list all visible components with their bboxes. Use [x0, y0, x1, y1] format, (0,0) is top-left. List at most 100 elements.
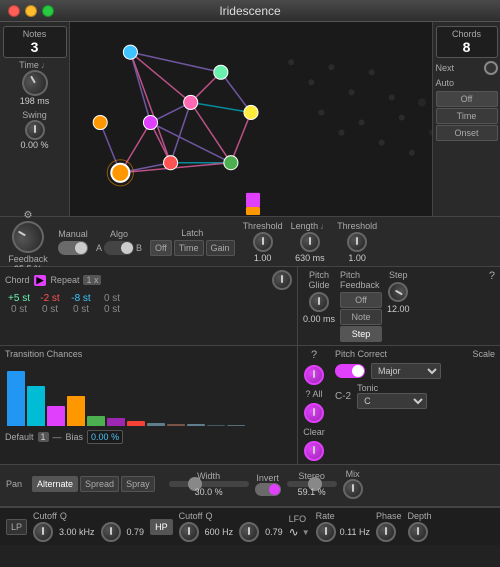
minimize-button[interactable] [25, 5, 37, 17]
note-4: 0 st [98, 293, 126, 304]
step-knob[interactable] [385, 278, 412, 305]
length-knob[interactable] [300, 232, 320, 252]
manual-label: Manual [58, 229, 88, 239]
title-bar: Iridescence [0, 0, 500, 22]
algo-group: A B [96, 241, 142, 255]
chord-knob[interactable] [272, 270, 292, 290]
rate-group: Rate 0.11 Hz [316, 511, 370, 542]
bar[interactable] [107, 418, 125, 426]
network-graph [70, 22, 432, 216]
q-knob-3[interactable] [304, 441, 324, 461]
depth-knob[interactable] [408, 522, 428, 542]
bar-chart [5, 361, 292, 426]
app-title: Iridescence [219, 4, 280, 18]
pf-note-button[interactable]: Note [340, 309, 382, 325]
algo-label: Algo [110, 229, 128, 239]
lp-filter-type[interactable]: LP [6, 519, 27, 535]
scale-dropdown[interactable]: Major [371, 363, 441, 379]
mix-label: Mix [346, 469, 360, 479]
q-knob-2[interactable] [304, 403, 324, 423]
rate-value: 0.11 Hz [340, 527, 370, 537]
auto-onset-button[interactable]: Onset [436, 125, 498, 141]
right-controls: Chords 8 Next Auto Off Time Onset [432, 22, 500, 216]
question-mark-1[interactable]: ? [489, 270, 495, 342]
latch-gain-button[interactable]: Gain [206, 240, 235, 256]
phase-knob[interactable] [376, 522, 396, 542]
algo-toggle[interactable] [104, 241, 134, 255]
q-knob-1[interactable] [304, 365, 324, 385]
bar[interactable] [67, 396, 85, 426]
close-button[interactable] [8, 5, 20, 17]
bias-input[interactable] [87, 430, 123, 444]
bar[interactable] [87, 416, 105, 426]
manual-toggle[interactable] [58, 241, 88, 255]
hp-cutoff-knob[interactable] [179, 522, 199, 542]
pf-off-button[interactable]: Off [340, 292, 382, 308]
pitch-correct-control-row: Major [335, 363, 495, 379]
transition-right: ? ? All Clear Pitch Correct Scale [298, 346, 500, 464]
threshold-left-group: Threshold 1.00 [243, 221, 283, 263]
bar[interactable] [187, 424, 205, 426]
bar[interactable] [227, 425, 245, 426]
hp-filter-type[interactable]: HP [150, 519, 173, 535]
threshold-right-knob[interactable] [347, 232, 367, 252]
clear-button[interactable]: Clear [303, 427, 325, 437]
latch-off-button[interactable]: Off [150, 240, 172, 256]
mix-knob[interactable] [343, 479, 363, 499]
threshold-right-value: 1.00 [348, 253, 366, 263]
latch-time-button[interactable]: Time [174, 240, 204, 256]
default-label: Default [5, 432, 34, 442]
middle-bar: ⚙ Feedback 35.5 % Manual Algo A B [0, 217, 500, 267]
bar[interactable] [147, 423, 165, 426]
pitch-glide-knob[interactable] [309, 292, 329, 312]
pitch-feedback-section: PitchFeedback Off Note Step [340, 270, 382, 342]
lp-q-knob[interactable] [101, 522, 121, 542]
spray-button[interactable]: Spray [121, 476, 155, 492]
pitch-correct-toggle[interactable] [335, 364, 365, 378]
hp-filter-group: Cutoff Q 600 Hz 0.79 [179, 511, 283, 542]
next-dot[interactable] [484, 61, 498, 75]
chord-header: Chord ▶ Repeat 1 x [5, 270, 292, 290]
q-all-button[interactable]: ? All [305, 389, 322, 399]
stereo-value: 59.1 % [298, 487, 326, 497]
time-label: Time [19, 60, 39, 70]
feedback-label: Feedback [8, 254, 48, 264]
invert-toggle[interactable] [255, 483, 281, 496]
spread-button[interactable]: Spread [80, 476, 119, 492]
bar[interactable] [47, 406, 65, 426]
threshold-right-label: Threshold [337, 221, 377, 231]
pitch-correct-row: Pitch Correct Scale [335, 349, 495, 359]
chords-value: 8 [441, 39, 493, 55]
lfo-group: LFO ∿ ▼ [289, 514, 310, 539]
top-section: Notes 3 Time ♩ 198 ms Swing 0.00 % [0, 22, 500, 217]
invert-section: Invert [255, 473, 281, 496]
tonic-dropdown[interactable]: C [357, 393, 427, 409]
swing-knob[interactable] [25, 120, 45, 140]
rate-knob[interactable] [316, 522, 336, 542]
maximize-button[interactable] [42, 5, 54, 17]
threshold-left-knob[interactable] [253, 232, 273, 252]
window-controls[interactable] [8, 5, 54, 17]
dash: — [53, 432, 62, 442]
bar[interactable] [207, 425, 225, 426]
bar[interactable] [7, 371, 25, 426]
pf-step-button[interactable]: Step [340, 326, 382, 342]
hp-q-knob[interactable] [239, 522, 259, 542]
repeat-value: 1 x [83, 275, 101, 285]
bar[interactable] [167, 424, 185, 426]
step-label: Step [389, 270, 408, 280]
chords-box: Chords 8 [436, 26, 498, 58]
auto-time-button[interactable]: Time [436, 108, 498, 124]
q-mark-2[interactable]: ? [311, 349, 317, 361]
algo-a: A [96, 243, 102, 253]
latch-group: Latch Off Time Gain [150, 228, 235, 256]
algo-section: Algo A B [96, 229, 142, 255]
left-controls: Notes 3 Time ♩ 198 ms Swing 0.00 % [0, 22, 70, 216]
bar[interactable] [127, 421, 145, 426]
bar[interactable] [27, 386, 45, 426]
feedback-knob[interactable] [6, 215, 50, 259]
auto-off-button[interactable]: Off [436, 91, 498, 107]
pitch-correct-label: Pitch Correct [335, 349, 387, 359]
lp-cutoff-knob[interactable] [33, 522, 53, 542]
alternate-button[interactable]: Alternate [32, 476, 78, 492]
